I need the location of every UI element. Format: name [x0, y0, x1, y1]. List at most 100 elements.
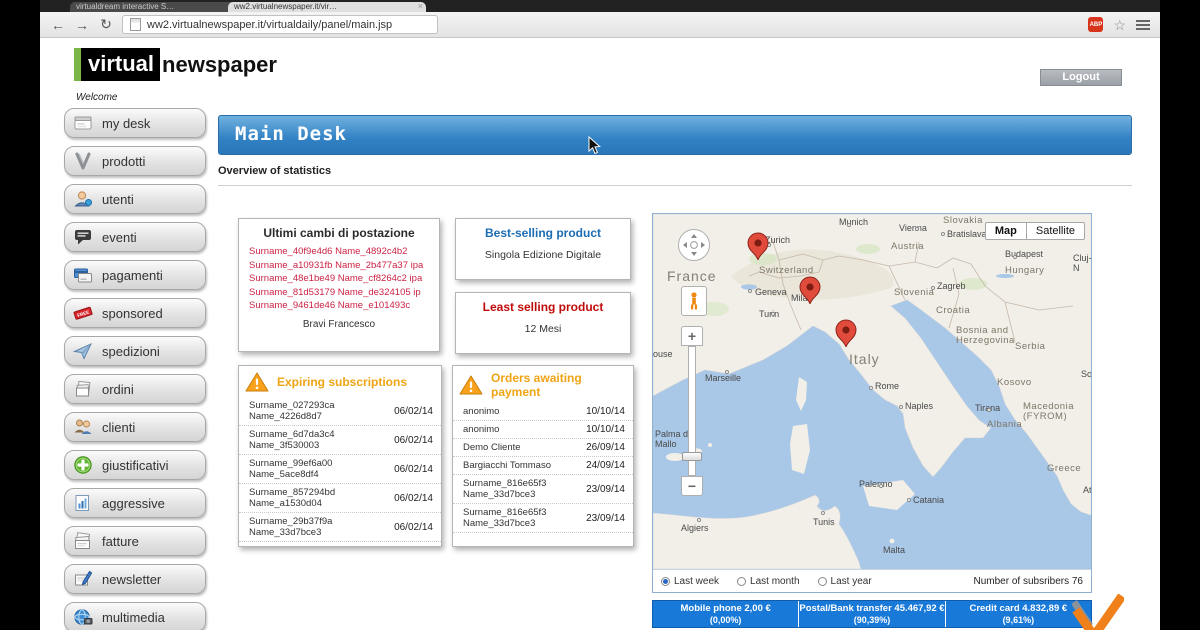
- orders-awaiting-payment-panel: Orders awaiting payment anonimo10/10/14a…: [452, 365, 634, 547]
- row-date: 23/09/14: [586, 513, 625, 524]
- row-date: 26/09/14: [586, 442, 625, 453]
- browser-tab-1[interactable]: virtualdream interactive S… ×: [70, 2, 240, 12]
- sidebar-item-multimedia[interactable]: multimedia: [64, 602, 206, 630]
- row-name: Surname_857294bd Name_a1530d04: [249, 487, 365, 509]
- sidebar-item-clienti[interactable]: clienti: [64, 412, 206, 442]
- logout-button[interactable]: Logout: [1040, 69, 1122, 86]
- sidebar-item-fatture[interactable]: fatture: [64, 526, 206, 556]
- sidebar: my desk prodotti utenti eventi pagamenti FREE…: [64, 108, 206, 630]
- row-date: 06/02/14: [394, 493, 433, 504]
- row-name: Surname_29b37f9a Name_33d7bce3: [249, 516, 365, 538]
- sidebar-item-label: giustificativi: [102, 458, 168, 473]
- forward-icon[interactable]: →: [74, 17, 90, 33]
- zoom-out-button[interactable]: −: [681, 476, 703, 496]
- address-bar[interactable]: ww2.virtualnewspaper.it/virtualdaily/pan…: [122, 15, 438, 34]
- map-type-map-button[interactable]: Map: [985, 222, 1027, 240]
- expiring-subscriptions-panel: Expiring subscriptions Surname_027293ca …: [238, 365, 442, 547]
- clients-icon: [73, 417, 97, 437]
- filter-label: Last year: [831, 576, 872, 587]
- sidebar-item-label: multimedia: [102, 610, 165, 625]
- sidebar-item-label: utenti: [102, 192, 134, 207]
- map-filter-bar: Last weekLast monthLast year Number of s…: [653, 569, 1091, 592]
- filter-last-month[interactable]: Last month: [737, 576, 799, 587]
- total-percent: (9,61%): [946, 615, 1091, 625]
- map[interactable]: FranceItalySwitzerlandAustriaSlovakiaHun…: [653, 214, 1091, 569]
- site-logo: virtual newspaper: [74, 48, 277, 81]
- back-icon[interactable]: ←: [50, 17, 66, 33]
- sidebar-item-label: eventi: [102, 230, 137, 245]
- adblock-extension-icon[interactable]: ABP: [1088, 17, 1103, 32]
- street-view-pegman[interactable]: [681, 286, 707, 316]
- payment-total-cell: Credit card 4.832,89 €(9,61%): [946, 601, 1091, 627]
- least-selling-value: 12 Mesi: [456, 319, 630, 335]
- row-name: Surname_99ef6a00 Name_5ace8df4: [249, 458, 365, 480]
- section-subtitle: Overview of statistics: [218, 165, 331, 177]
- row-date: 06/02/14: [394, 522, 433, 533]
- sidebar-item-label: clienti: [102, 420, 135, 435]
- bookmark-star-icon[interactable]: ☆: [1113, 18, 1126, 32]
- zoom-slider-handle[interactable]: [682, 452, 702, 461]
- sidebar-item-label: ordini: [102, 382, 134, 397]
- position-change-row: Surname_48e1be49 Name_cf8264c2 ipa: [239, 272, 439, 286]
- zoom-in-button[interactable]: +: [681, 326, 703, 346]
- tab-strip: virtualdream interactive S… × ww2.virtua…: [40, 0, 1160, 12]
- sidebar-item-prodotti[interactable]: prodotti: [64, 146, 206, 176]
- total-label: Mobile phone 2,00 €: [653, 603, 798, 614]
- position-change-row: Surname_40f9e4d6 Name_4892c4b2: [239, 245, 439, 259]
- page-content: virtual newspaper Welcome Logout my desk…: [40, 38, 1160, 630]
- expiring-subscription-row: Surname_857294bd Name_a1530d04 06/02/14: [239, 484, 441, 513]
- filter-last-year[interactable]: Last year: [818, 576, 872, 587]
- sidebar-item-label: aggressive: [102, 496, 165, 511]
- filter-last-week[interactable]: Last week: [661, 576, 719, 587]
- map-panel: FranceItalySwitzerlandAustriaSlovakiaHun…: [652, 213, 1092, 593]
- sidebar-item-label: spedizioni: [102, 344, 160, 359]
- sidebar-item-label: prodotti: [102, 154, 145, 169]
- invoices-icon: [73, 531, 97, 551]
- sidebar-item-spedizioni[interactable]: spedizioni: [64, 336, 206, 366]
- warning-icon: [245, 371, 269, 393]
- orders-icon: [73, 379, 97, 399]
- sidebar-item-ordini[interactable]: ordini: [64, 374, 206, 404]
- map-type-satellite-button[interactable]: Satellite: [1026, 222, 1085, 240]
- sidebar-item-eventi[interactable]: eventi: [64, 222, 206, 252]
- payment-totals-bar: Mobile phone 2,00 €(0,00%)Postal/Bank tr…: [652, 600, 1092, 628]
- filter-label: Last week: [674, 576, 719, 587]
- awaiting-payment-row: Surname_816e65f3 Name_33d7bce323/09/14: [453, 475, 633, 504]
- panel-title: Least selling product: [456, 293, 630, 319]
- users-icon: [73, 189, 97, 209]
- browser-menu-icon[interactable]: [1136, 20, 1150, 30]
- row-date: 10/10/14: [586, 406, 625, 417]
- map-marker[interactable]: [798, 276, 822, 309]
- desk-icon: [73, 113, 97, 133]
- events-icon: [73, 227, 97, 247]
- total-percent: (0,00%): [653, 615, 798, 625]
- page-icon: [130, 18, 141, 31]
- map-marker[interactable]: [746, 232, 770, 265]
- sidebar-item-giustificativi[interactable]: giustificativi: [64, 450, 206, 480]
- map-pan-control[interactable]: [677, 228, 711, 267]
- sidebar-item-utenti[interactable]: utenti: [64, 184, 206, 214]
- browser-window: virtualdream interactive S… × ww2.virtua…: [40, 0, 1160, 630]
- refresh-icon[interactable]: ↻: [98, 16, 114, 33]
- row-date: 24/09/14: [586, 460, 625, 471]
- tab-close-icon[interactable]: ×: [418, 2, 423, 11]
- sidebar-item-my-desk[interactable]: my desk: [64, 108, 206, 138]
- shipping-icon: [73, 341, 97, 361]
- url-text: ww2.virtualnewspaper.it/virtualdaily/pan…: [147, 19, 392, 31]
- panel-title: Orders awaiting payment: [491, 371, 627, 399]
- sidebar-item-pagamenti[interactable]: pagamenti: [64, 260, 206, 290]
- browser-toolbar: ← → ↻ ww2.virtualnewspaper.it/virtualdai…: [40, 12, 1160, 38]
- map-marker[interactable]: [834, 319, 858, 352]
- position-changes-panel: Ultimi cambi di postazione Surname_40f9e…: [238, 218, 440, 352]
- awaiting-payment-row: Bargiacchi Tommaso24/09/14: [453, 457, 633, 475]
- sponsored-icon: FREE: [73, 303, 97, 323]
- row-name: Surname_6d7da3c4 Name_3f530003: [249, 429, 365, 451]
- sidebar-item-aggressive[interactable]: aggressive: [64, 488, 206, 518]
- browser-tab-2-active[interactable]: ww2.virtualnewspaper.it/vir… ×: [228, 2, 426, 12]
- expiring-subscription-row: Surname_29b37f9a Name_33d7bce3 06/02/14: [239, 513, 441, 542]
- sidebar-item-sponsored[interactable]: FREEsponsored: [64, 298, 206, 328]
- sidebar-item-newsletter[interactable]: newsletter: [64, 564, 206, 594]
- products-icon: [73, 151, 97, 171]
- map-terrain: [653, 214, 1091, 569]
- page-title: Main Desk: [218, 115, 1132, 155]
